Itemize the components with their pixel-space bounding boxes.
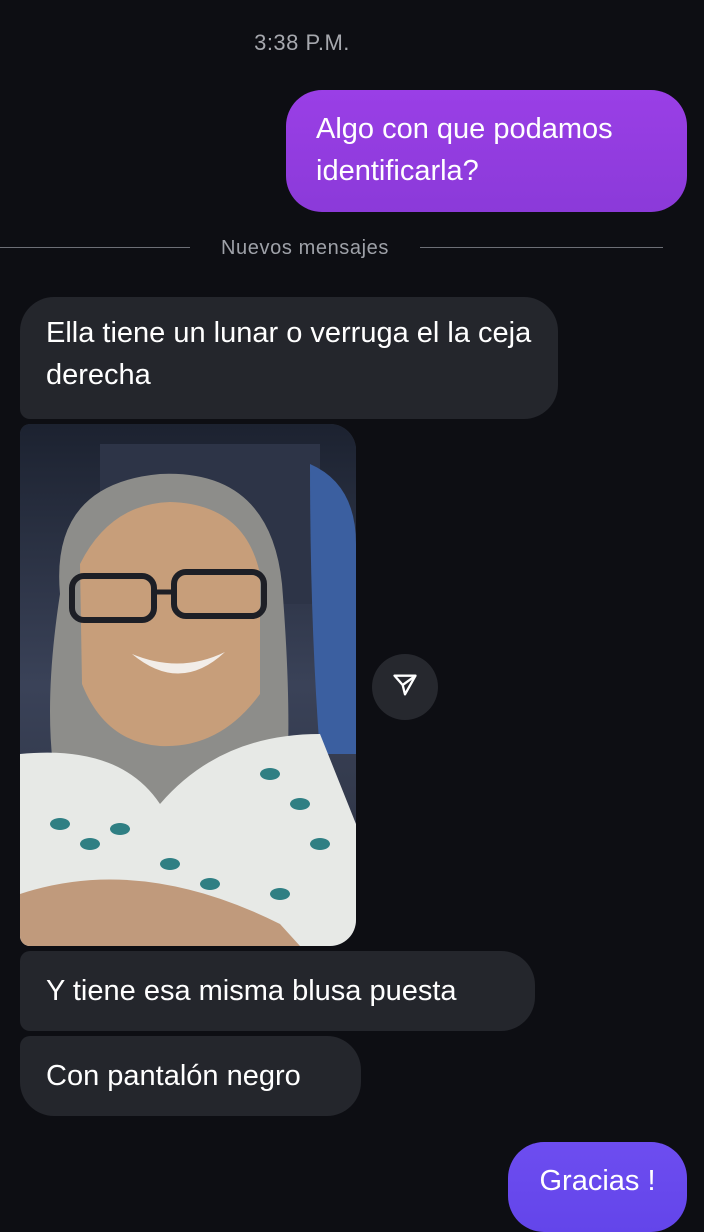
incoming-message-bubble[interactable]: Y tiene esa misma blusa puesta	[20, 951, 535, 1031]
new-messages-divider: Nuevos mensajes	[0, 236, 704, 260]
share-icon	[391, 671, 419, 704]
incoming-message-text: Con pantalón negro	[46, 1060, 301, 1092]
outgoing-message-bubble[interactable]: Algo con que podamos identificarla?	[286, 90, 687, 212]
outgoing-message-text: Algo con que podamos identificarla?	[316, 113, 613, 187]
incoming-message-bubble[interactable]: Ella tiene un lunar o verruga el la ceja…	[20, 297, 558, 419]
divider-line-right	[420, 247, 663, 248]
outgoing-message-bubble[interactable]: Gracias !	[508, 1142, 687, 1232]
share-button[interactable]	[372, 654, 438, 720]
incoming-message-bubble[interactable]: Con pantalón negro	[20, 1036, 361, 1116]
shared-photo[interactable]	[20, 424, 356, 946]
incoming-message-text: Y tiene esa misma blusa puesta	[46, 975, 457, 1007]
outgoing-message-text: Gracias !	[539, 1165, 656, 1197]
message-timestamp: 3:38 P.M.	[254, 30, 350, 55]
photo-image	[20, 424, 356, 946]
incoming-message-text: Ella tiene un lunar o verruga el la ceja…	[46, 317, 532, 391]
divider-line-left	[0, 247, 190, 248]
divider-label: Nuevos mensajes	[221, 237, 389, 259]
